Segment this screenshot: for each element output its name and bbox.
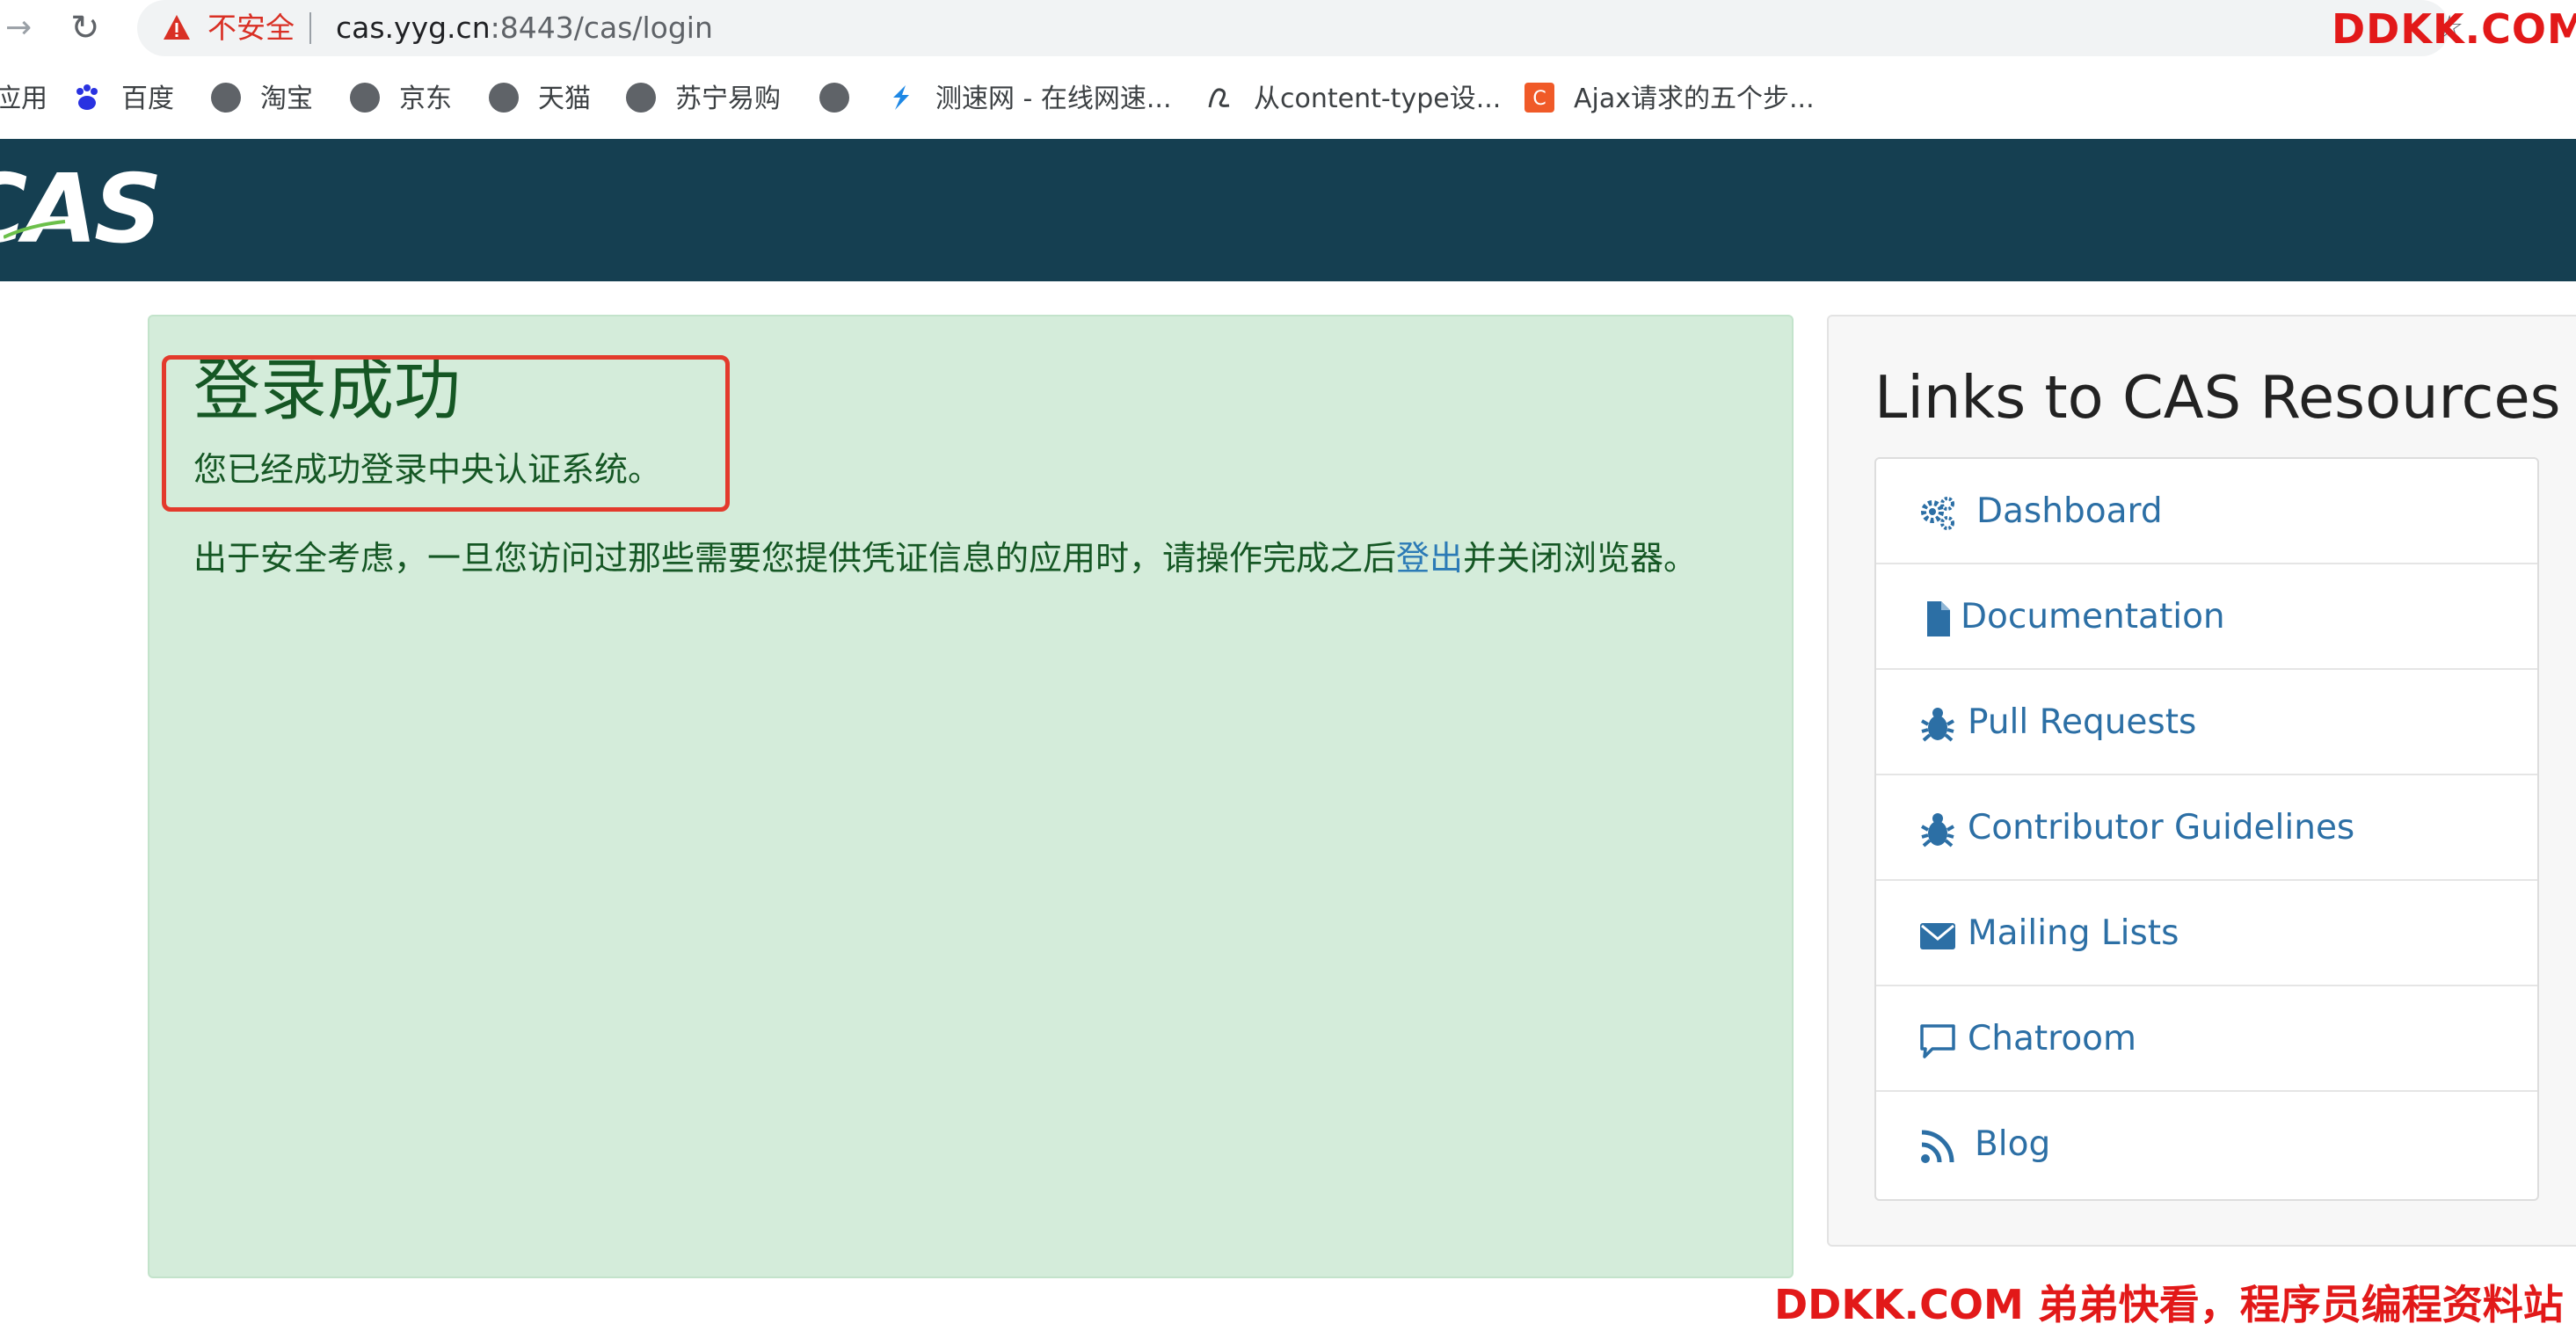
bookmark-ajax[interactable]: C Ajax请求的五个步...	[1524, 70, 1815, 128]
resource-link-documentation[interactable]: Documentation	[1876, 564, 2537, 670]
bookmark-apps[interactable]: 应用	[0, 70, 47, 128]
bookmark-tmall[interactable]: 天猫	[489, 70, 591, 128]
resources-title: Links to CAS Resources	[1874, 363, 2561, 432]
resource-link-label: Documentation	[1961, 597, 2225, 636]
globe-icon	[489, 82, 519, 113]
security-note: 出于安全考虑，一旦您访问过那些需要您提供凭证信息的应用时，请操作完成之后登出并关…	[193, 531, 1697, 585]
warning-icon[interactable]	[162, 12, 192, 42]
forward-arrow-icon[interactable]: →	[5, 11, 37, 46]
bookmark-unnamed[interactable]	[819, 70, 869, 128]
cas-header	[0, 139, 2576, 281]
bookmark-jd[interactable]: 京东	[350, 70, 452, 128]
cas-logo-swoosh-icon	[4, 220, 66, 239]
resource-link-label: Mailing Lists	[1968, 913, 2179, 953]
url-path: :8443/cas/login	[490, 11, 713, 45]
reload-icon[interactable]: ↻	[70, 9, 109, 47]
resource-link-dashboard[interactable]: Dashboard	[1876, 459, 2537, 564]
bookmark-label: Ajax请求的五个步...	[1574, 84, 1815, 114]
resource-link-blog[interactable]: Blog	[1876, 1092, 2537, 1197]
url-host: cas.yyg.cn	[336, 11, 491, 45]
cogs-icon	[1921, 497, 1954, 530]
url-text[interactable]: cas.yyg.cn:8443/cas/login	[336, 9, 713, 47]
watermark-bottom: DDKK.COM 弟弟快看，程序员编程资料站	[1774, 1281, 2564, 1328]
bookmark-suning[interactable]: 苏宁易购	[626, 70, 781, 128]
bookmark-label: 京东	[399, 84, 452, 114]
bookmark-taobao[interactable]: 淘宝	[211, 70, 313, 128]
site-icon	[1208, 87, 1230, 107]
resource-link-mailing-lists[interactable]: Mailing Lists	[1876, 881, 2537, 986]
omnibox-divider	[309, 12, 311, 44]
rss-icon	[1921, 1130, 1954, 1163]
globe-icon	[211, 82, 241, 113]
resource-link-label: Contributor Guidelines	[1968, 808, 2355, 847]
svg-text:C: C	[1532, 88, 1546, 110]
comment-icon	[1920, 1024, 1955, 1058]
bug-icon	[1921, 708, 1954, 742]
resource-link-label: Dashboard	[1976, 491, 2163, 531]
bookmark-speedtest[interactable]: 测速网 - 在线网速...	[886, 70, 1172, 128]
bookmark-label: 从content-type设...	[1254, 84, 1502, 114]
resource-link-contributor-guidelines[interactable]: Contributor Guidelines	[1876, 775, 2537, 881]
bug-icon	[1921, 813, 1954, 847]
resource-link-pull-requests[interactable]: Pull Requests	[1876, 670, 2537, 775]
bookmark-content-type[interactable]: 从content-type设...	[1204, 70, 1501, 128]
resources-list: Dashboard Documentation Pull Requests Co…	[1874, 457, 2539, 1201]
bookmark-label: 测速网 - 在线网速...	[935, 84, 1172, 114]
bookmark-label: 应用	[0, 84, 47, 114]
resource-link-label: Blog	[1975, 1124, 2051, 1164]
bookmark-baidu[interactable]: 百度	[72, 70, 174, 128]
logout-link[interactable]: 登出	[1396, 539, 1463, 578]
annotation-highlight-box	[162, 355, 730, 512]
resource-link-label: Chatroom	[1968, 1019, 2137, 1058]
security-note-text: 出于安全考虑，一旦您访问过那些需要您提供凭证信息的应用时，请操作完成之后	[193, 539, 1397, 578]
security-note-end: 并关闭浏览器。	[1463, 539, 1698, 578]
globe-icon	[819, 82, 849, 113]
speedtest-icon	[893, 84, 909, 110]
bookmark-label: 淘宝	[260, 84, 313, 114]
insecure-label[interactable]: 不安全	[207, 9, 295, 47]
envelope-icon	[1920, 923, 1955, 949]
file-icon	[1927, 601, 1950, 636]
resource-link-label: Pull Requests	[1968, 702, 2197, 742]
baidu-paw-icon	[76, 84, 98, 110]
globe-icon	[350, 82, 380, 113]
resource-link-chatroom[interactable]: Chatroom	[1876, 986, 2537, 1092]
watermark-top: DDKK.COM	[2332, 5, 2576, 53]
bookmark-label: 苏宁易购	[675, 84, 781, 114]
cas-logo-text: CAS	[0, 155, 163, 265]
c-icon: C	[1524, 82, 1554, 113]
bookmark-label: 百度	[121, 84, 174, 114]
bookmarks-bar: 应用 百度 淘宝 京东 天猫 苏宁易购 测速网 - 在线网速... 从conte…	[0, 70, 2576, 128]
bookmark-label: 天猫	[538, 84, 591, 114]
globe-icon	[626, 82, 656, 113]
